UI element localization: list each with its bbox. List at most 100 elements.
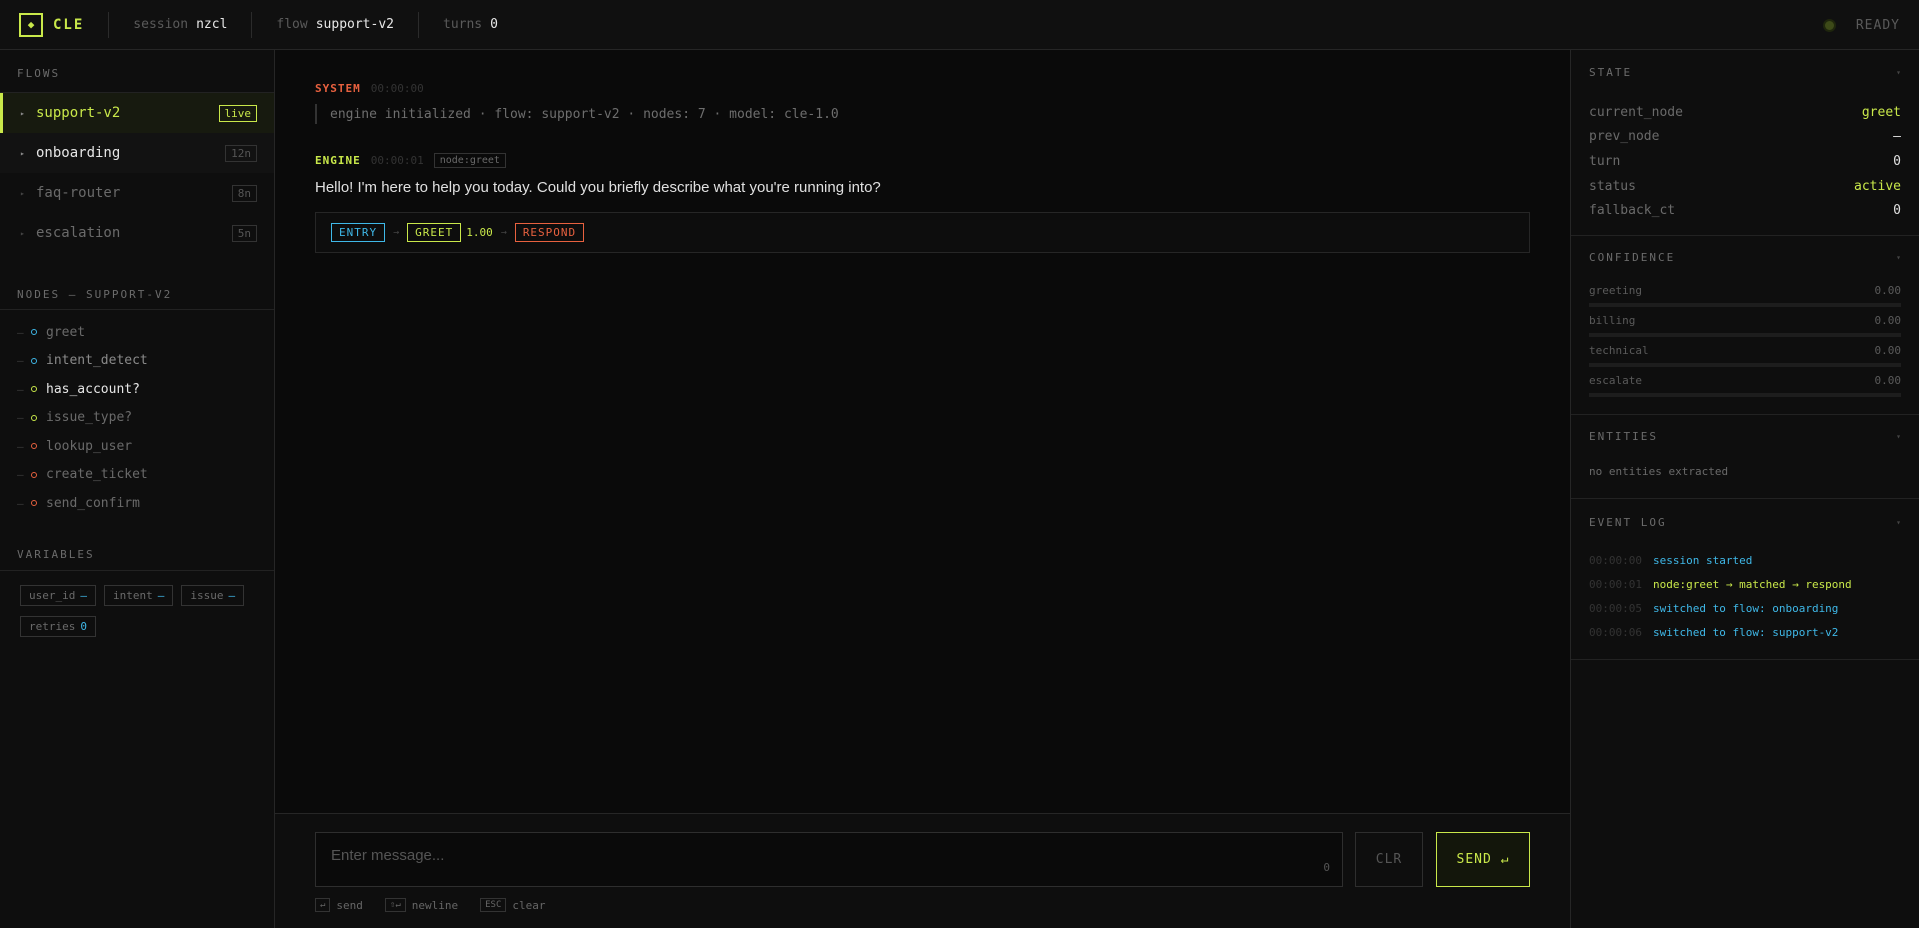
variables-title: VARIABLES: [17, 548, 95, 561]
message-time: 00:00:01: [370, 153, 424, 167]
flow-name: escalation: [36, 225, 121, 241]
entities-header[interactable]: ENTITIES ▾: [1589, 417, 1901, 457]
flow-badge: 5n: [231, 224, 257, 242]
variable-chip: retries 0: [20, 615, 96, 637]
esc-key-icon: ESC: [480, 898, 507, 912]
flow-item-faq-router[interactable]: ▸ faq-router 8n: [0, 173, 274, 213]
right-sidebar: STATE ▾ current_node greet prev_node — tur…: [1570, 50, 1919, 928]
hint-newline: ⇧↵ newline: [384, 898, 458, 912]
message-input[interactable]: Enter message... 0: [315, 832, 1343, 887]
system-message: SYSTEM 00:00:00 engine initialized · flo…: [315, 79, 839, 124]
event-log-section: EVENT LOG ▾ 00:00:00 session started 00:0…: [1571, 503, 1919, 660]
flow-badge: 12n: [225, 144, 257, 162]
trace-score: 1.00: [466, 226, 493, 239]
state-row: fallback_ct 0: [1589, 203, 1901, 219]
clear-button[interactable]: CLR: [1355, 832, 1423, 887]
turns-count: 0: [490, 17, 498, 32]
node-item-lookup-user[interactable]: — lookup_user: [0, 432, 274, 461]
arrow-right-icon: →: [393, 227, 400, 238]
node-item-create-ticket[interactable]: — create_ticket: [0, 461, 274, 490]
send-button[interactable]: SEND ↵: [1436, 832, 1530, 887]
arrow-right-icon: →: [500, 227, 507, 238]
confidence-row: billing 0.00: [1589, 308, 1901, 338]
hint-send: ↵ send: [315, 898, 363, 912]
variable-chip: issue —: [181, 584, 245, 606]
log-row: 00:00:06 switched to flow: support-v2: [1589, 626, 1839, 640]
flow-badge: 8n: [231, 184, 257, 202]
event-log-header[interactable]: EVENT LOG ▾: [1589, 503, 1901, 543]
log-row: 00:00:05 switched to flow: onboarding: [1589, 602, 1839, 616]
status-dot-icon: [1824, 20, 1834, 30]
routing-trace: ENTRY → GREET 1.00 → RESPOND: [315, 212, 1530, 253]
message-time: 00:00:00: [370, 81, 424, 95]
chevron-down-icon: ▾: [1896, 518, 1901, 528]
top-bar: ◆ CLE session nzcl flow support-v2 turns…: [0, 0, 1919, 50]
caret-right-icon: ▸: [20, 108, 25, 118]
char-count: 0: [1323, 861, 1330, 874]
state-section: STATE ▾ current_node greet prev_node — tur…: [1571, 52, 1919, 236]
app-name: CLE: [53, 16, 85, 33]
divider: [418, 11, 419, 38]
node-item-issue-type[interactable]: — issue_type?: [0, 404, 274, 433]
hint-clear: ESC clear: [480, 898, 546, 912]
node-item-has-account[interactable]: — has_account?: [0, 375, 274, 404]
confidence-bar: [1589, 392, 1901, 397]
message-text: Hello! I'm here to help you today. Could…: [315, 179, 881, 196]
confidence-row: technical 0.00: [1589, 338, 1901, 368]
variable-chip: intent —: [103, 584, 174, 606]
flow-item-escalation[interactable]: ▸ escalation 5n: [0, 213, 274, 253]
node-dot-icon: [31, 357, 37, 364]
node-dot-icon: [31, 386, 37, 393]
shift-enter-key-icon: ⇧↵: [384, 898, 406, 912]
trace-greet: GREET: [407, 223, 462, 242]
state-row: current_node greet: [1589, 104, 1901, 120]
chevron-down-icon: ▾: [1896, 253, 1901, 263]
flow-item-support-v2[interactable]: ▸ support-v2 live: [0, 93, 274, 133]
node-dot-icon: [31, 329, 37, 336]
message-role: ENGINE: [315, 153, 361, 167]
node-list: — greet — intent_detect — has_account? —…: [0, 310, 274, 518]
node-item-send-confirm[interactable]: — send_confirm: [0, 489, 274, 518]
state-header[interactable]: STATE ▾: [1589, 52, 1901, 92]
flow-name: faq-router: [36, 185, 121, 201]
state-row: status active: [1589, 178, 1901, 194]
status-text: READY: [1855, 17, 1900, 33]
confidence-header[interactable]: CONFIDENCE ▾: [1589, 238, 1901, 278]
state-row: prev_node —: [1589, 129, 1901, 145]
log-row: 00:00:01 node:greet → matched → respond: [1589, 578, 1852, 592]
trace-respond: RESPOND: [514, 223, 585, 242]
node-dot-icon: [31, 443, 37, 450]
flows-title: FLOWS: [17, 66, 61, 80]
variables-list: user_id — intent — issue — retries 0: [0, 571, 260, 647]
trace-entry: ENTRY: [331, 223, 386, 242]
logo-icon: ◆: [19, 12, 43, 37]
message-text: engine initialized · flow: support-v2 · …: [315, 104, 839, 124]
log-row: 00:00:00 session started: [1589, 554, 1753, 568]
confidence-row: escalate 0.00: [1589, 368, 1901, 398]
current-flow: support-v2: [315, 17, 394, 32]
input-placeholder: Enter message...: [331, 847, 445, 864]
session-label: session: [133, 17, 189, 32]
flow-item-onboarding[interactable]: ▸ onboarding 12n: [0, 133, 274, 173]
confidence-bar: [1589, 302, 1901, 307]
node-item-greet[interactable]: — greet: [0, 318, 274, 347]
message-role: SYSTEM: [315, 81, 361, 95]
divider: [108, 11, 110, 38]
node-dot-icon: [31, 471, 37, 478]
caret-right-icon: ▸: [20, 148, 25, 158]
entities-empty: no entities extracted: [1589, 464, 1729, 478]
keyboard-hints: ↵ send ⇧↵ newline ESC clear: [315, 898, 568, 912]
engine-message: ENGINE 00:00:01 node:greet Hello! I'm he…: [315, 151, 881, 196]
confidence-row: greeting 0.00: [1589, 278, 1901, 308]
caret-right-icon: ▸: [20, 188, 25, 198]
chevron-down-icon: ▾: [1896, 432, 1901, 442]
confidence-section: CONFIDENCE ▾ greeting 0.00 billing 0.00 te…: [1571, 238, 1919, 415]
node-dot-icon: [31, 414, 37, 421]
left-sidebar: FLOWS ▸ support-v2 live ▸ onboarding 12n…: [0, 50, 275, 928]
chevron-down-icon: ▾: [1896, 67, 1901, 77]
nodes-title: NODES — SUPPORT-V2: [17, 287, 173, 301]
session-id: nzcl: [196, 17, 228, 32]
flow-badge: live: [218, 104, 257, 122]
node-item-intent-detect[interactable]: — intent_detect: [0, 347, 274, 376]
composer: Enter message... 0 CLR SEND ↵ ↵ send ⇧↵ ne…: [275, 813, 1570, 928]
